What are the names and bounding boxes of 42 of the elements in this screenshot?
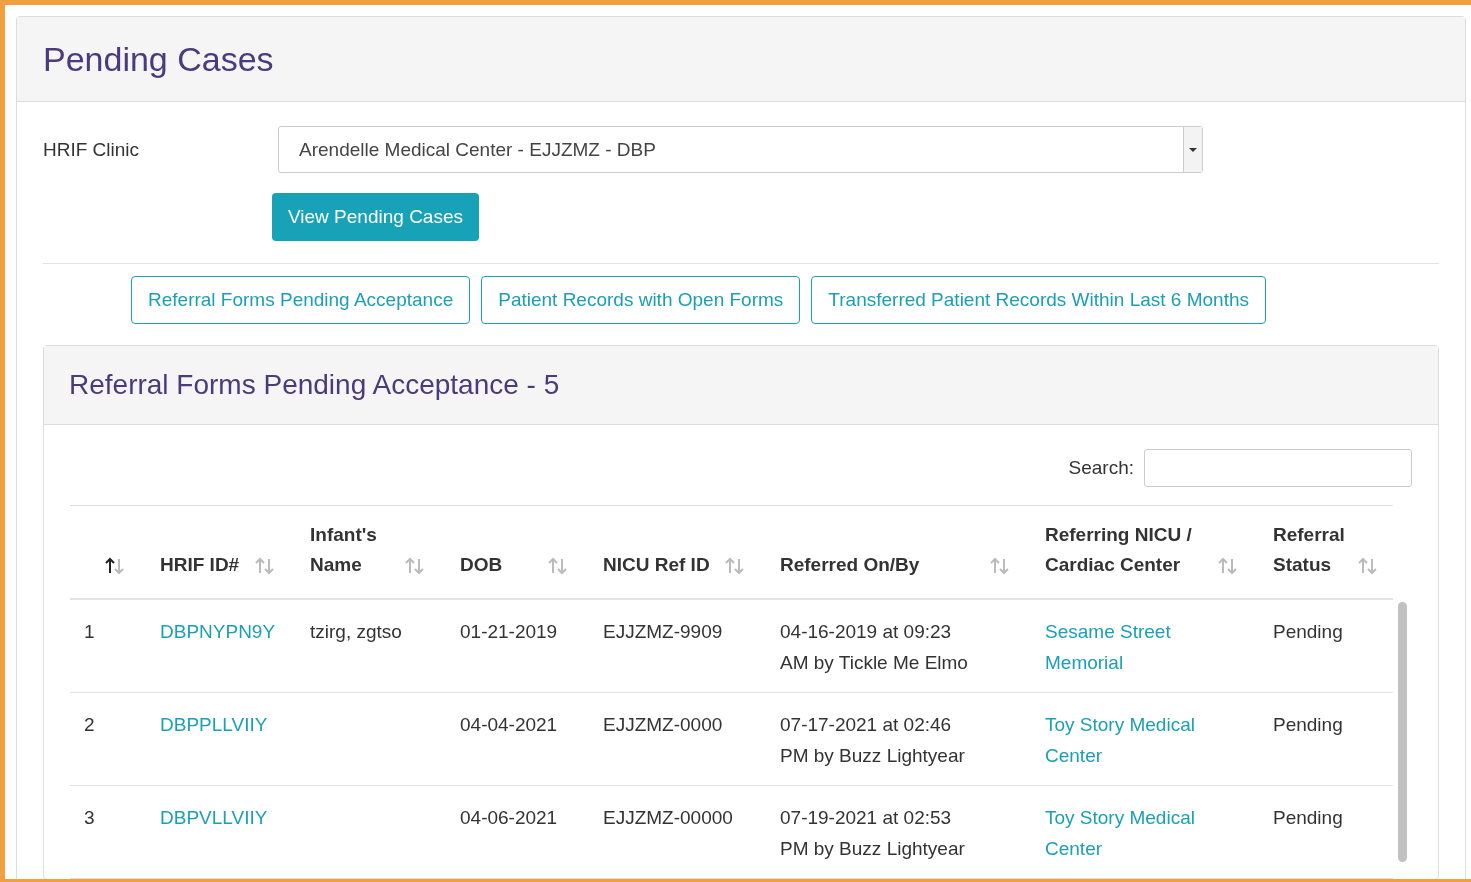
column-header: Referred On/By xyxy=(780,553,920,577)
caret-icon xyxy=(1183,127,1202,172)
table-link[interactable]: Toy Story Medical Center xyxy=(1045,709,1220,771)
tab-button[interactable]: Patient Records with Open Forms xyxy=(481,276,801,324)
table-cell-text: 2 xyxy=(84,713,96,737)
table-link[interactable]: DBPNYPN9Y xyxy=(160,616,280,647)
column-header: NICU Ref ID xyxy=(603,553,710,577)
column-header: DOB xyxy=(460,553,503,577)
page-title: Pending Cases xyxy=(43,39,274,79)
column-header: Referring NICU / Cardiac Center xyxy=(1045,523,1193,577)
table-cell-text: 07-19-2021 at 02:53 PM by Buzz Lightyear xyxy=(780,806,966,861)
view-pending-button[interactable]: View Pending Cases xyxy=(272,193,479,241)
clinic-select[interactable]: Arendelle Medical Center - EJJZMZ - DBP xyxy=(278,126,1203,173)
search-field[interactable] xyxy=(1144,449,1412,487)
table-link[interactable]: DBPVLLVIIY xyxy=(160,802,280,833)
table-cell-text: 3 xyxy=(84,806,96,830)
tab-button[interactable]: Transferred Patient Records Within Last 6 Months xyxy=(811,276,1266,324)
search-label: Search: xyxy=(1068,457,1134,479)
table-cell-text: tzirg, zgtso xyxy=(310,620,403,644)
column-header: Infant's Name xyxy=(310,523,378,577)
section-title: Referral Forms Pending Acceptance - 5 xyxy=(69,369,560,401)
table-cell-text: EJJZMZ-0000 xyxy=(603,713,724,737)
field-label: HRIF Clinic xyxy=(43,138,141,161)
table-cell-text: 01-21-2019 xyxy=(460,620,559,644)
table-cell-text: EJJZMZ-00000 xyxy=(603,806,734,830)
table-cell-text: 04-16-2019 at 09:23 AM by Tickle Me Elmo xyxy=(780,620,969,675)
tab-button[interactable]: Referral Forms Pending Acceptance xyxy=(131,276,471,324)
column-header: HRIF ID# xyxy=(160,553,240,577)
table-cell-text: Pending xyxy=(1273,713,1344,737)
table-link[interactable]: Sesame Street Memorial xyxy=(1045,616,1220,678)
table-cell-text: EJJZMZ-9909 xyxy=(603,620,724,644)
table-cell-text: 04-06-2021 xyxy=(460,806,559,830)
table-cell-text: Pending xyxy=(1273,620,1344,644)
table-cell-text: Pending xyxy=(1273,806,1344,830)
sort-icon[interactable] xyxy=(104,556,126,576)
table-cell-text: 04-04-2021 xyxy=(460,713,559,737)
scrollbar[interactable] xyxy=(1398,602,1407,862)
column-header: Referral Status xyxy=(1273,523,1346,577)
table-link[interactable]: Toy Story Medical Center xyxy=(1045,802,1220,864)
table-cell-text: 1 xyxy=(84,620,96,644)
table-cell-text: 07-17-2021 at 02:46 PM by Buzz Lightyear xyxy=(780,713,966,768)
table-link[interactable]: DBPPLLVIIY xyxy=(160,709,280,740)
